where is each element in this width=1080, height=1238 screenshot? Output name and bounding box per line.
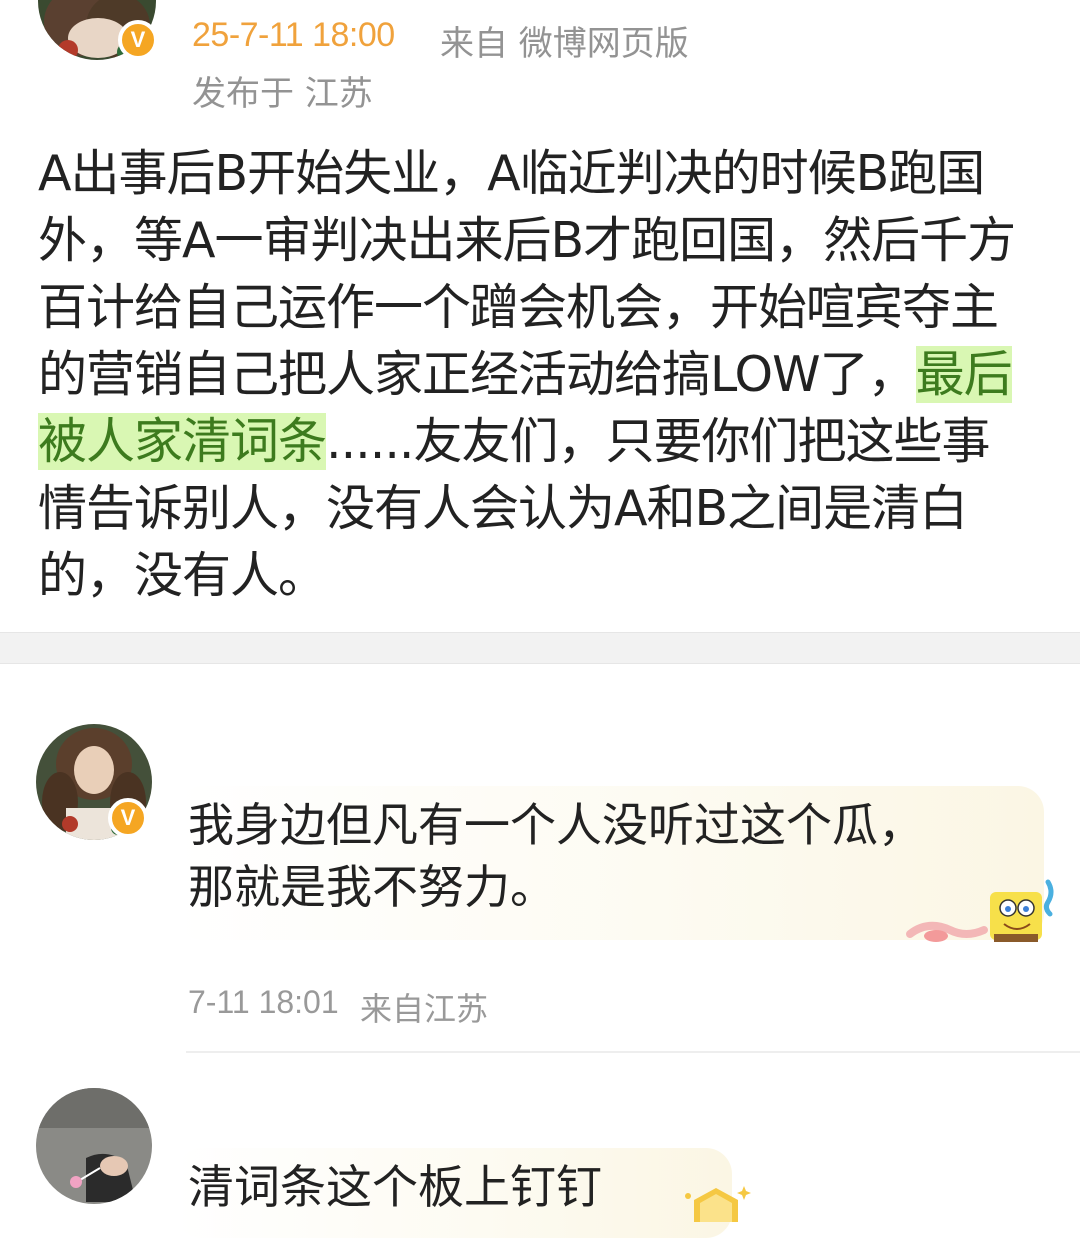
- gold-badge-sticker: [685, 1186, 751, 1222]
- post-location: 发布于 江苏: [192, 74, 373, 114]
- comment-avatar[interactable]: [36, 1088, 152, 1204]
- verified-badge-icon: V: [118, 20, 158, 60]
- comment-divider: [186, 1051, 1080, 1053]
- verified-badge-icon: V: [108, 798, 148, 838]
- post-source: 来自 微博网页版: [440, 24, 689, 64]
- spongebob-sticker: [906, 879, 1054, 942]
- comment-text: 我身边但凡有一个人没听过这个瓜， 那就是我不努力。: [188, 794, 1018, 918]
- comment-time: 7-11 18:01: [188, 984, 339, 1020]
- post-body-text: A出事后B开始失业，A临近判决的时候B跑国外，等A一审判决出来后B才跑回国，然后…: [38, 145, 1016, 403]
- comment-text-line: 我身边但凡有一个人没听过这个瓜，: [188, 798, 924, 852]
- avatar-photo: [36, 1088, 152, 1204]
- post-time: 25-7-11 18:00: [192, 16, 395, 54]
- comment-text: 清词条这个板上钉钉: [188, 1156, 602, 1218]
- comment-source: 来自江苏: [360, 990, 489, 1028]
- comment-text-line: 那就是我不努力。: [188, 860, 556, 914]
- section-divider: [0, 632, 1080, 664]
- comment-text-line: 清词条这个板上钉钉: [188, 1160, 602, 1214]
- post-body: A出事后B开始失业，A临近判决的时候B跑国外，等A一审判决出来后B才跑回国，然后…: [38, 140, 1028, 609]
